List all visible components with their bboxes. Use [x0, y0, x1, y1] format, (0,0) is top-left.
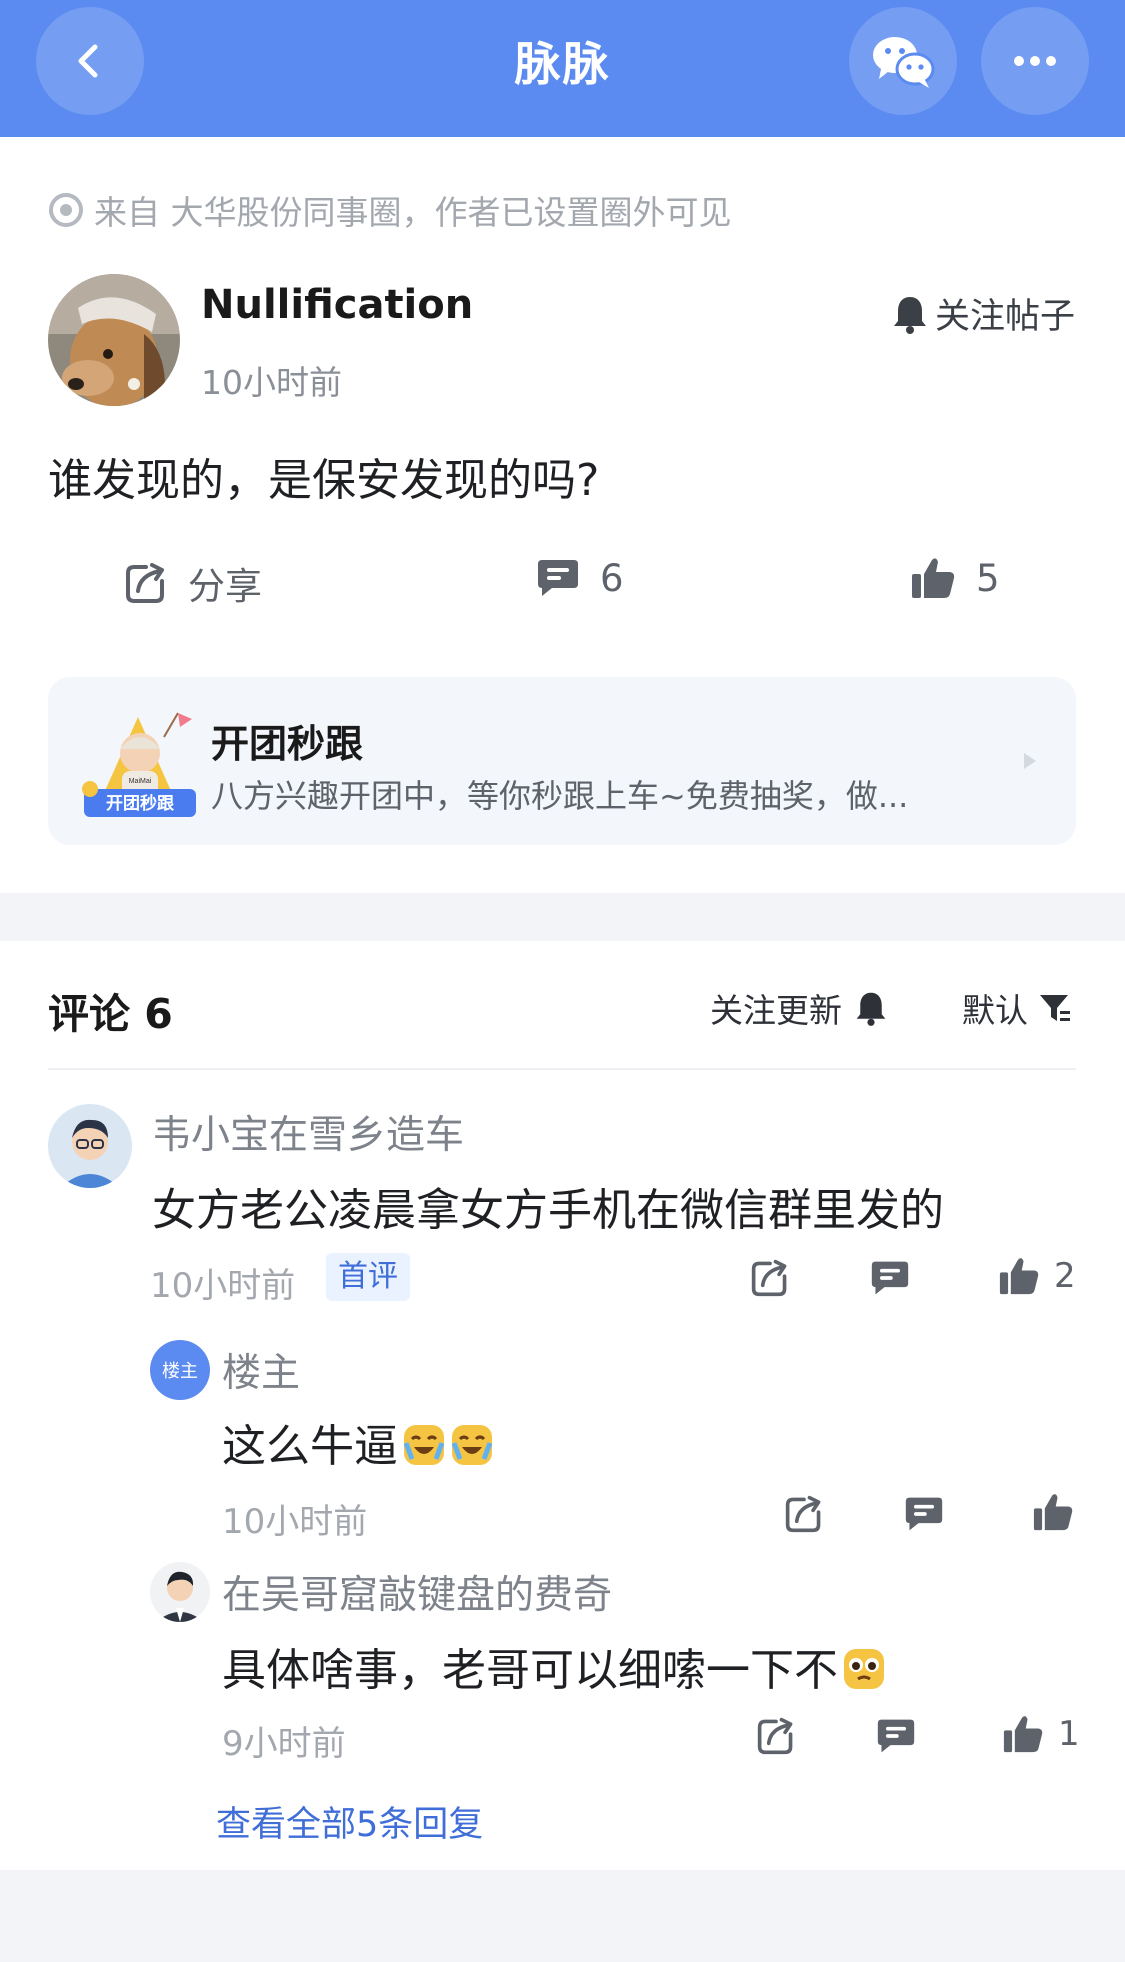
cartoon-man-avatar-image — [150, 1562, 210, 1622]
divider-line — [48, 1068, 1076, 1070]
comment-like-button[interactable] — [1032, 1492, 1074, 1532]
view-all-replies-link[interactable]: 查看全部5条回复 — [216, 1796, 483, 1847]
op-avatar[interactable]: 楼主 — [150, 1340, 210, 1400]
comment-text: 女方老公凌晨拿女方手机在微信群里发的 — [152, 1185, 944, 1236]
comment-time: 10小时前 — [222, 1502, 368, 1542]
promo-description: 八方兴趣开团中，等你秒跟上车~免费抽奖，做... — [211, 777, 909, 815]
comment-reply-button[interactable] — [870, 1258, 910, 1298]
op-avatar-label: 楼主 — [162, 1361, 198, 1382]
comment-text-content: 具体啥事，老哥可以细嗦一下不 — [222, 1645, 838, 1696]
comment-text-content: 这么牛逼 — [222, 1421, 398, 1472]
comment-icon — [905, 1497, 943, 1531]
comment-reply-button[interactable] — [904, 1494, 944, 1534]
crying-laughing-emoji — [403, 1425, 445, 1465]
more-dots-icon — [1014, 56, 1056, 66]
follow-updates-label: 关注更新 — [710, 991, 842, 1030]
comment-share-button[interactable] — [756, 1716, 796, 1756]
promo-title: 开团秒跟 — [211, 722, 364, 766]
comment-share-button[interactable] — [784, 1494, 824, 1534]
like-action[interactable]: 5 — [910, 556, 1000, 600]
first-comment-badge: 首评 — [326, 1253, 410, 1301]
share-action[interactable]: 分享 — [124, 556, 262, 610]
group-buy-promo-card[interactable]: MaiMai 开团秒跟 开团秒跟 八方兴趣开团中，等你秒跟上车~免费抽奖，做..… — [48, 677, 1076, 845]
comment-text: 这么牛逼 — [222, 1410, 494, 1474]
thumbs-up-icon — [999, 1258, 1039, 1295]
commenter-name[interactable]: 楼主 — [222, 1342, 300, 1398]
share-icon — [757, 1717, 793, 1755]
follow-post-label: 关注帖子 — [934, 297, 1075, 337]
thumbs-up-icon — [1003, 1716, 1043, 1753]
author-avatar[interactable] — [48, 274, 180, 406]
dog-avatar-image — [48, 274, 180, 406]
share-icon — [751, 1259, 787, 1297]
thumbs-up-icon — [1033, 1494, 1073, 1531]
comment-icon — [877, 1719, 915, 1753]
follow-post-button[interactable]: 关注帖子 — [891, 288, 1075, 339]
comment-time: 9小时前 — [222, 1724, 346, 1764]
comment-like-button[interactable]: 2 — [998, 1256, 1076, 1296]
commenter-name[interactable]: 韦小宝在雪乡造车 — [152, 1104, 464, 1160]
comment-share-button[interactable] — [750, 1258, 790, 1298]
share-icon — [126, 563, 164, 603]
comments-title: 评论 6 — [48, 990, 173, 1038]
bell-icon — [856, 992, 886, 1026]
svg-text:MaiMai: MaiMai — [129, 778, 152, 785]
comment-reply-button[interactable] — [876, 1716, 916, 1756]
svg-text:开团秒跟: 开团秒跟 — [106, 793, 175, 814]
section-divider — [0, 893, 1125, 941]
commenter-avatar[interactable] — [48, 1104, 132, 1188]
crying-laughing-emoji — [451, 1425, 493, 1465]
comment-action[interactable]: 6 — [536, 556, 624, 600]
play-arrow-icon — [1024, 753, 1036, 769]
wechat-icon — [873, 37, 935, 88]
post-content: 谁发现的，是保安发现的吗? — [48, 455, 600, 506]
sort-button[interactable]: 默认 — [962, 984, 1072, 1032]
bell-icon — [893, 296, 926, 334]
thumbs-up-icon — [912, 558, 955, 598]
circle-source-icon — [49, 193, 83, 227]
more-options-button[interactable] — [981, 7, 1089, 115]
sort-label: 默认 — [962, 991, 1028, 1030]
like-count: 5 — [976, 556, 1000, 600]
share-icon — [785, 1495, 821, 1533]
post-source-text: 来自 大华股份同事圈，作者已设置圈外可见 — [94, 193, 732, 232]
comment-time: 10小时前 — [150, 1266, 296, 1306]
post-source[interactable]: 来自 大华股份同事圈，作者已设置圈外可见 — [48, 186, 732, 234]
comment-text: 具体啥事，老哥可以细嗦一下不 — [222, 1634, 886, 1698]
wechat-share-button[interactable] — [849, 7, 957, 115]
share-label: 分享 — [188, 565, 262, 608]
comment-like-button[interactable]: 1 — [1002, 1714, 1080, 1754]
comment-icon — [871, 1261, 909, 1295]
filter-icon — [1040, 995, 1070, 1021]
commenter-name[interactable]: 在吴哥窟敲键盘的费奇 — [222, 1564, 612, 1620]
cartoon-man-avatar-image — [48, 1104, 132, 1188]
top-nav-bar: 脉脉 — [0, 0, 1125, 137]
author-name[interactable]: Nullification — [201, 282, 473, 328]
bottom-spacer — [0, 1870, 1125, 1962]
commenter-avatar[interactable] — [150, 1562, 210, 1622]
pleading-emoji — [844, 1649, 884, 1689]
comment-icon — [538, 560, 578, 596]
follow-updates-button[interactable]: 关注更新 — [710, 984, 888, 1032]
post-time: 10小时前 — [201, 363, 342, 402]
comment-like-count: 2 — [1054, 1256, 1076, 1296]
comment-count: 6 — [600, 556, 624, 600]
comment-like-count: 1 — [1058, 1714, 1080, 1754]
